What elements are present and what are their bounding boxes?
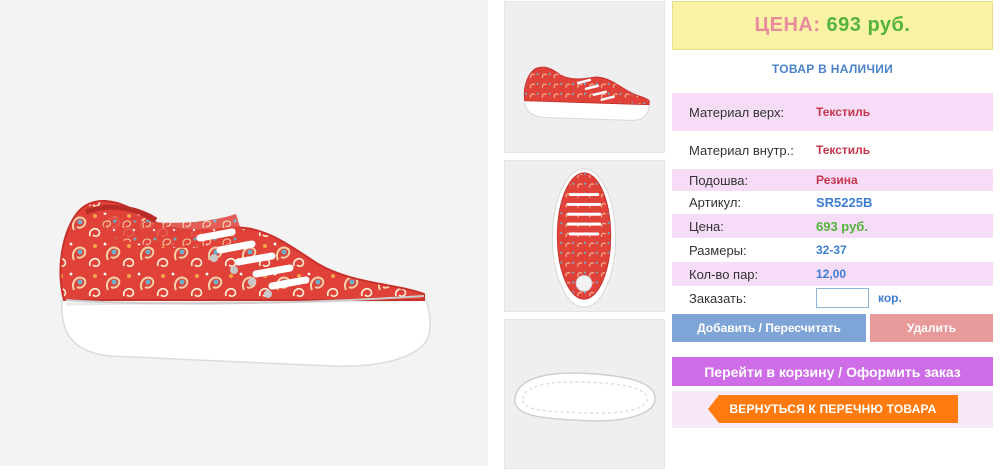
delete-button[interactable]: Удалить (870, 314, 993, 342)
add-recalculate-button[interactable]: Добавить / Пересчитать (672, 314, 866, 342)
spec-value: 693 руб. (816, 218, 868, 234)
thumbnail-top[interactable] (504, 160, 665, 312)
spec-row-inner-material: Материал внутр.: Текстиль (672, 131, 993, 169)
spec-label: Размеры: (689, 242, 747, 258)
spec-value: Резина (816, 173, 858, 187)
spec-label: Материал внутр.: (689, 142, 794, 158)
spec-label: Цена: (689, 218, 724, 234)
price-banner-value: 693 руб. (826, 14, 911, 36)
thumbnail-sole[interactable] (504, 319, 665, 469)
order-label: Заказать: (689, 290, 747, 306)
back-button-area: ВЕРНУТЬСЯ К ПЕРЕЧНЮ ТОВАРА (672, 391, 993, 428)
spec-row-pairs: Кол-во пар: 12,00 (672, 262, 993, 286)
spec-value: Текстиль (816, 105, 871, 119)
spec-row-article: Артикул: SR5225B (672, 191, 993, 213)
spec-row-sizes: Размеры: 32-37 (672, 238, 993, 262)
price-banner-label: ЦЕНА: (754, 14, 821, 36)
order-row: Заказать: кор. (672, 286, 993, 310)
spec-label: Артикул: (689, 194, 742, 210)
sneaker-sole-thumb-image (505, 320, 664, 468)
spec-row-price: Цена: 693 руб. (672, 214, 993, 238)
thumbnail-side[interactable] (504, 1, 665, 153)
spec-label: Кол-во пар: (689, 266, 759, 282)
order-quantity-input[interactable] (816, 288, 869, 308)
spec-value: 12,00 (816, 267, 847, 281)
spec-row-sole: Подошва: Резина (672, 169, 993, 191)
spec-value: 32-37 (816, 243, 847, 257)
spec-value: SR5225B (816, 194, 873, 210)
sneaker-side-thumb-image (505, 2, 664, 152)
stock-status: ТОВАР В НАЛИЧИИ (771, 62, 894, 76)
spec-label: Подошва: (689, 172, 749, 188)
spec-value: Текстиль (816, 143, 871, 157)
spec-label: Материал верх: (689, 104, 785, 120)
sneaker-side-image (0, 0, 488, 466)
order-unit: кор. (878, 291, 902, 305)
spec-row-upper-material: Материал верх: Текстиль (672, 93, 993, 131)
price-banner: ЦЕНА: 693 руб. (672, 1, 993, 50)
main-product-photo[interactable] (0, 0, 488, 466)
back-to-list-button[interactable]: ВЕРНУТЬСЯ К ПЕРЕЧНЮ ТОВАРА (708, 395, 958, 423)
sneaker-top-thumb-image (505, 161, 664, 311)
go-to-cart-button[interactable]: Перейти в корзину / Оформить заказ (672, 357, 993, 386)
